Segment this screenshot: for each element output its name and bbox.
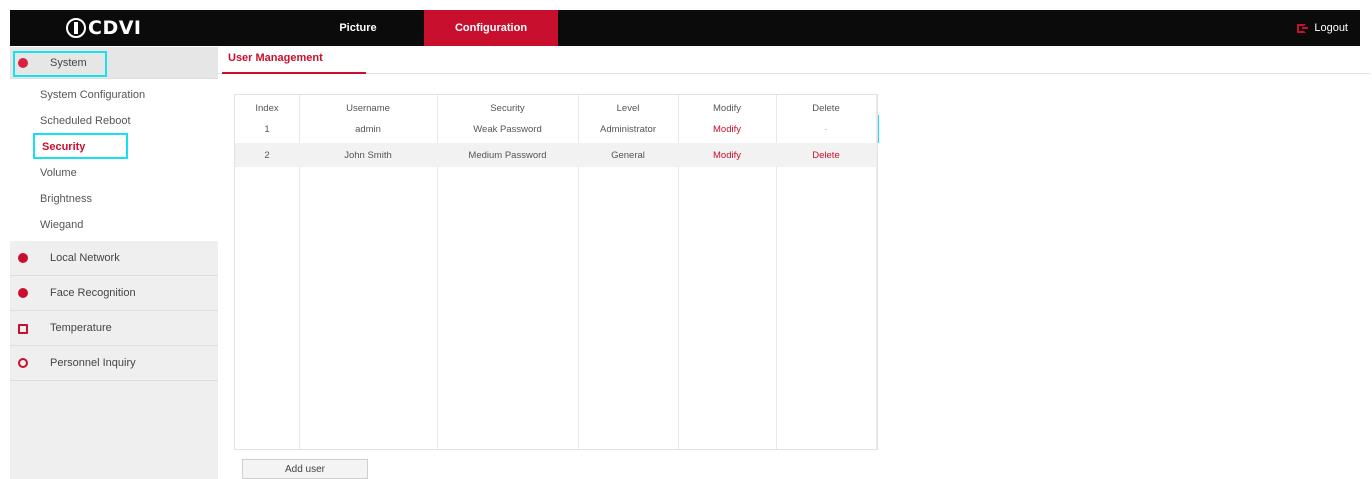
sidebar-item-face-recognition[interactable]: Face Recognition	[10, 276, 218, 311]
delete-link[interactable]: Delete	[776, 150, 876, 161]
cell-level: General	[611, 149, 645, 161]
info-icon	[18, 358, 28, 368]
tab-picture[interactable]: Picture	[286, 10, 430, 46]
modify-link[interactable]: Modify	[678, 124, 776, 135]
globe-icon	[18, 253, 28, 263]
face-icon	[18, 288, 28, 298]
sidebar: System System Configuration Scheduled Re…	[10, 47, 218, 479]
submenu-system-configuration[interactable]: System Configuration	[10, 82, 218, 108]
logout-icon	[1297, 23, 1309, 33]
logo-text: CDVI	[88, 17, 142, 39]
header-delete: Delete	[812, 102, 840, 114]
table-row: 2 John Smith Medium Password General Mod…	[235, 143, 877, 167]
logout-button[interactable]: Logout	[1297, 10, 1348, 46]
sidebar-item-label: System	[50, 56, 87, 69]
table-header-row: Index Username Security Level Modify Del…	[235, 97, 877, 119]
content-tabbar: User Management	[218, 47, 1370, 74]
sidebar-item-local-network[interactable]: Local Network	[10, 241, 218, 276]
sidebar-item-system[interactable]: System	[10, 47, 218, 79]
gear-icon	[18, 58, 28, 68]
system-submenu: System Configuration Scheduled Reboot Se…	[10, 79, 218, 241]
header-username: Username	[346, 102, 390, 114]
cell-username: admin	[355, 124, 381, 135]
top-navigation-bar: CDVI Picture Configuration Logout	[10, 10, 1360, 46]
cell-security: Medium Password	[468, 149, 547, 161]
user-table: Index Username Security Level Modify Del…	[234, 94, 878, 450]
sidebar-item-temperature[interactable]: Temperature	[10, 311, 218, 346]
add-user-button[interactable]: Add user	[242, 459, 368, 479]
logo-mark-icon	[66, 18, 86, 38]
submenu-volume[interactable]: Volume	[10, 160, 218, 186]
sidebar-item-label: Local Network	[50, 252, 120, 264]
cell-delete: -	[824, 124, 828, 135]
submenu-security[interactable]: Security	[10, 134, 218, 160]
sidebar-item-label: Personnel Inquiry	[50, 357, 136, 369]
cdvi-logo: CDVI	[66, 16, 142, 40]
cell-index: 2	[264, 149, 270, 161]
logout-label: Logout	[1314, 22, 1348, 34]
cell-index: 1	[264, 124, 270, 135]
tab-configuration[interactable]: Configuration	[424, 10, 558, 46]
cell-level: Administrator	[600, 124, 656, 135]
sidebar-item-label: Temperature	[50, 322, 112, 334]
monitor-icon	[18, 324, 28, 334]
tab-user-management[interactable]: User Management	[228, 52, 323, 64]
submenu-scheduled-reboot[interactable]: Scheduled Reboot	[10, 108, 218, 134]
header-level: Level	[616, 102, 640, 114]
active-tab-indicator	[222, 72, 366, 74]
header-index: Index	[255, 102, 279, 114]
cell-username: John Smith	[344, 149, 392, 161]
header-security: Security	[490, 102, 525, 114]
sidebar-item-label: Face Recognition	[50, 287, 136, 299]
sidebar-item-personnel-inquiry[interactable]: Personnel Inquiry	[10, 346, 218, 381]
cell-security: Weak Password	[473, 124, 542, 135]
table-row: 1 admin Weak Password Administrator Modi…	[235, 118, 877, 141]
submenu-wiegand[interactable]: Wiegand	[10, 212, 218, 238]
header-modify: Modify	[713, 102, 741, 114]
submenu-brightness[interactable]: Brightness	[10, 186, 218, 212]
modify-link[interactable]: Modify	[678, 150, 776, 161]
